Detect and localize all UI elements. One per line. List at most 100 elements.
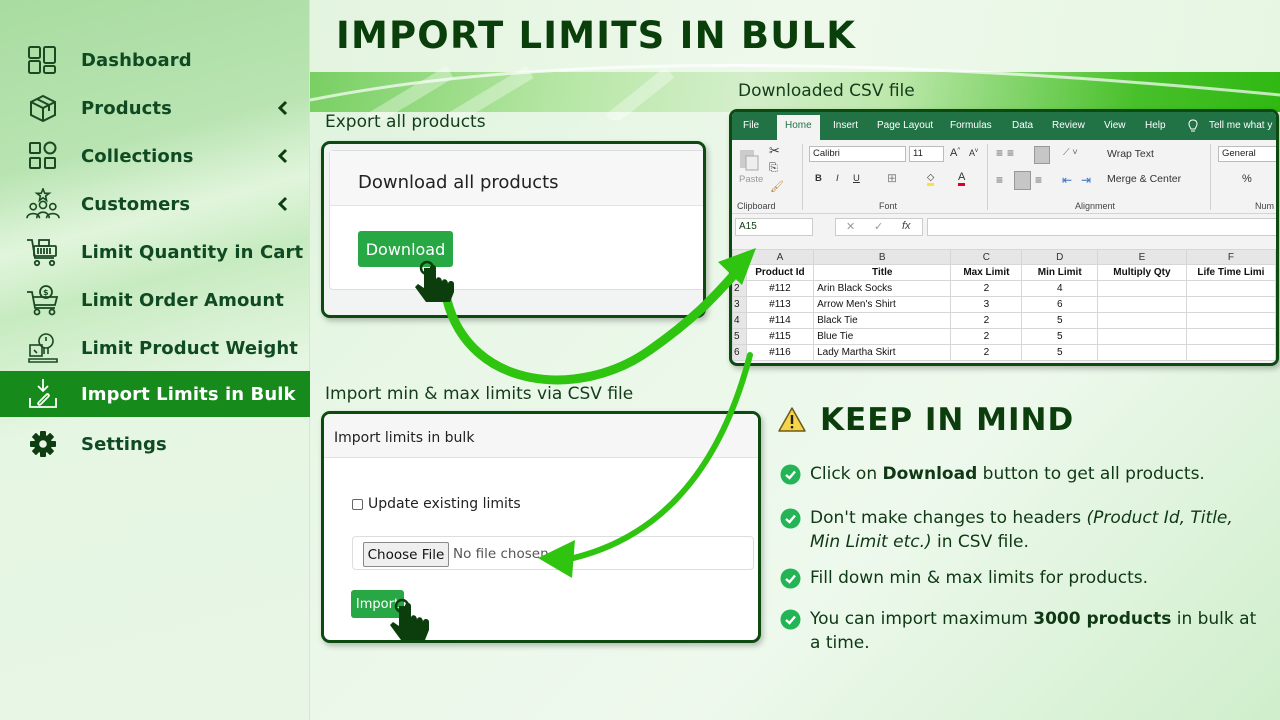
table-cell[interactable]: 2 [950, 312, 1023, 329]
table-cell[interactable] [1185, 296, 1276, 313]
underline-button[interactable]: U [853, 173, 860, 184]
table-cell[interactable]: #116 [745, 344, 815, 361]
column-header[interactable]: C [950, 249, 1023, 265]
sidebar-item-customers[interactable]: Customers [0, 181, 310, 227]
align-center-button[interactable] [1014, 171, 1031, 190]
row-number[interactable]: 4 [732, 312, 747, 329]
number-format-select[interactable]: General [1218, 146, 1276, 162]
select-all-corner[interactable] [732, 249, 747, 265]
italic-button[interactable]: I [836, 173, 839, 184]
column-header[interactable]: F [1185, 249, 1276, 265]
download-button[interactable]: Download [358, 231, 453, 267]
table-cell[interactable]: Lady Martha Skirt [813, 344, 952, 361]
table-cell[interactable]: Arin Black Socks [813, 280, 952, 297]
table-cell[interactable]: Max Limit [950, 264, 1023, 281]
wrap-text-button[interactable]: Wrap Text [1107, 148, 1154, 160]
table-cell[interactable]: 3 [950, 296, 1023, 313]
decrease-font-icon[interactable]: Av [969, 148, 978, 158]
table-cell[interactable]: Arrow Men's Shirt [813, 296, 952, 313]
fill-color-icon[interactable]: ◇ [927, 172, 935, 186]
row-number[interactable]: 3 [732, 296, 747, 313]
choose-file-button[interactable]: Choose File [363, 542, 449, 567]
table-cell[interactable]: Life Time Limi [1185, 264, 1276, 281]
increase-font-icon[interactable]: A^ [950, 147, 960, 159]
table-cell[interactable] [1185, 328, 1276, 345]
table-cell[interactable]: Blue Tie [813, 328, 952, 345]
cut-icon[interactable]: ✂ [769, 143, 780, 159]
ribbon-tab-help[interactable]: Help [1145, 120, 1166, 131]
table-cell[interactable]: #115 [745, 328, 815, 345]
ribbon-tab-insert[interactable]: Insert [833, 120, 858, 131]
sidebar-item-limit-order-amount[interactable]: $ Limit Order Amount [0, 277, 310, 323]
font-color-icon[interactable]: A [958, 171, 966, 186]
update-existing-checkbox[interactable] [352, 498, 363, 510]
update-existing-limits-option[interactable]: Update existing limits [352, 496, 521, 512]
table-cell[interactable]: 2 [950, 344, 1023, 361]
ribbon-tab-formulas[interactable]: Formulas [950, 120, 992, 131]
align-right-icon[interactable]: ≡ [1035, 173, 1042, 187]
sidebar-item-settings[interactable]: Settings [0, 421, 310, 467]
borders-icon[interactable]: ⊞ [887, 171, 897, 185]
align-left-icon[interactable]: ≡ [996, 173, 1003, 187]
table-cell[interactable]: 5 [1021, 344, 1099, 361]
font-name-select[interactable]: Calibri [809, 146, 906, 162]
table-cell[interactable]: Title [813, 264, 952, 281]
table-cell[interactable]: Product Id [745, 264, 815, 281]
ribbon-tab-home[interactable]: Home [777, 115, 820, 140]
table-cell[interactable]: 4 [1021, 280, 1099, 297]
fx-icon[interactable]: fx [902, 220, 911, 232]
font-size-select[interactable]: 11 [909, 146, 944, 162]
ribbon-tab-view[interactable]: View [1104, 120, 1126, 131]
chevron-left-icon[interactable] [276, 195, 290, 213]
orientation-icon[interactable]: ⟋ ˅ [1063, 147, 1078, 158]
column-header[interactable]: A [745, 249, 815, 265]
table-cell[interactable]: #113 [745, 296, 815, 313]
sidebar-item-dashboard[interactable]: Dashboard [0, 37, 310, 83]
enter-icon[interactable]: ✓ [874, 220, 883, 233]
table-cell[interactable] [1185, 344, 1276, 361]
table-cell[interactable] [1185, 280, 1276, 297]
chevron-left-icon[interactable] [276, 147, 290, 165]
row-number[interactable]: 5 [732, 328, 747, 345]
copy-icon[interactable]: ⎘ [769, 162, 778, 175]
sidebar-item-products[interactable]: Products [0, 85, 310, 131]
table-cell[interactable] [1097, 296, 1187, 313]
import-button[interactable]: Import [351, 590, 404, 618]
ribbon-tab-page-layout[interactable]: Page Layout [877, 120, 933, 131]
bold-button[interactable]: B [815, 173, 822, 184]
row-number[interactable]: 2 [732, 280, 747, 297]
vertical-align-icons[interactable]: ≡≡ [996, 146, 1018, 160]
table-cell[interactable]: #112 [745, 280, 815, 297]
formula-input[interactable] [927, 218, 1276, 236]
table-cell[interactable]: 2 [950, 328, 1023, 345]
table-cell[interactable]: 2 [950, 280, 1023, 297]
ribbon-tab-file[interactable]: File [743, 120, 759, 131]
table-cell[interactable]: 5 [1021, 328, 1099, 345]
name-box[interactable]: A15 [735, 218, 813, 236]
table-cell[interactable] [1097, 280, 1187, 297]
row-number[interactable]: 6 [732, 344, 747, 361]
column-header[interactable]: E [1097, 249, 1187, 265]
table-cell[interactable] [1185, 312, 1276, 329]
chevron-left-icon[interactable] [276, 99, 290, 117]
increase-indent-icon[interactable]: ⇥ [1081, 173, 1091, 187]
ribbon-tab-data[interactable]: Data [1012, 120, 1033, 131]
table-cell[interactable]: 6 [1021, 296, 1099, 313]
percent-button[interactable]: % [1242, 173, 1252, 185]
table-cell[interactable] [1097, 312, 1187, 329]
table-cell[interactable]: Min Limit [1021, 264, 1099, 281]
sidebar-item-limit-product-weight[interactable]: Limit Product Weight [0, 325, 310, 371]
sidebar-item-limit-quantity-in-cart[interactable]: Limit Quantity in Cart [0, 229, 310, 275]
tell-me-search[interactable]: Tell me what y [1209, 120, 1272, 131]
merge-center-button[interactable]: Merge & Center [1107, 173, 1181, 185]
ribbon-tab-review[interactable]: Review [1052, 120, 1085, 131]
decrease-indent-icon[interactable]: ⇤ [1062, 173, 1072, 187]
table-cell[interactable] [1097, 328, 1187, 345]
bottom-align-button[interactable] [1034, 146, 1050, 164]
cancel-icon[interactable]: ✕ [846, 220, 855, 233]
paste-icon[interactable] [738, 146, 760, 172]
table-cell[interactable]: #114 [745, 312, 815, 329]
sidebar-item-import-limits-in-bulk[interactable]: Import Limits in Bulk [0, 371, 310, 417]
column-header[interactable]: B [813, 249, 952, 265]
table-cell[interactable] [1097, 344, 1187, 361]
